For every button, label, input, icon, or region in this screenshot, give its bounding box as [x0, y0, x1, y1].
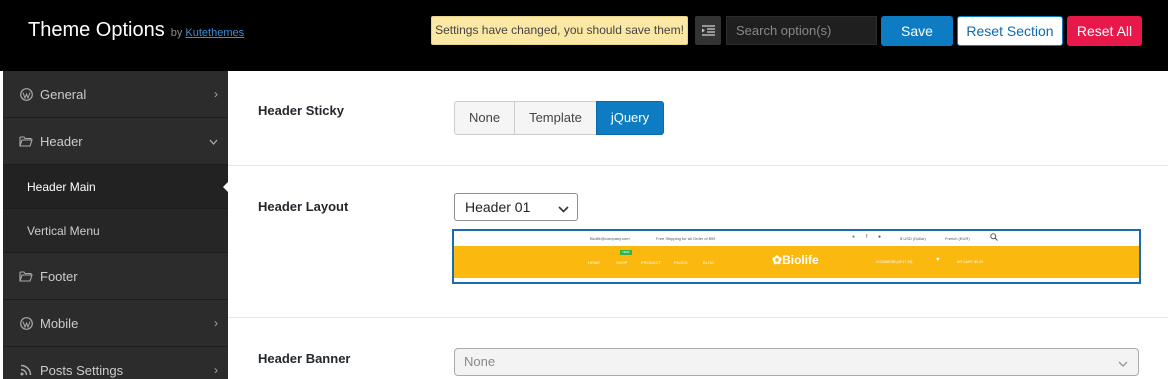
sidebar-item-label: Header	[40, 133, 83, 149]
preview-nav-item: BLOG	[703, 260, 715, 265]
sidebar-item-label: Posts Settings	[40, 362, 124, 378]
sidebar-item-header[interactable]: Header	[3, 118, 228, 165]
preview-currency: $ USD (Dollar)	[900, 236, 927, 241]
chevron-right-icon: ›	[214, 316, 218, 330]
sidebar-item-label: Mobile	[40, 315, 79, 331]
field-row-header-sticky: Header Sticky None Template jQuery	[228, 71, 1168, 166]
preview-logo: ✿Biolife	[772, 253, 819, 267]
preview-language: French (EUR)	[945, 236, 970, 241]
sidebar-item-posts-settings[interactable]: Posts Settings ›	[3, 347, 228, 379]
expand-options-button[interactable]	[695, 16, 721, 45]
wordpress-icon	[19, 316, 33, 330]
chevron-right-icon: ›	[214, 363, 218, 377]
sidebar-item-mobile[interactable]: Mobile ›	[3, 300, 228, 347]
sidebar-item-general[interactable]: General ›	[3, 71, 228, 118]
wordpress-icon	[19, 87, 33, 101]
reset-section-button[interactable]: Reset Section	[957, 16, 1063, 46]
chevron-down-icon	[209, 134, 218, 148]
sidebar-item-label: Footer	[40, 268, 78, 284]
preview-email: Biolife@company.com	[590, 236, 630, 241]
options-panel: Header Sticky None Template jQuery Heade…	[228, 71, 1168, 379]
folder-open-icon	[19, 134, 33, 148]
preview-nav-item: PRODUCT	[641, 260, 661, 265]
preview-top-bar: Biolife@company.com Free Shipping for al…	[454, 231, 1139, 246]
header-sticky-buttonset: None Template jQuery	[454, 101, 665, 135]
sidebar-item-footer[interactable]: Footer	[3, 253, 228, 300]
app-title-text: Theme Options	[28, 19, 165, 41]
option-none[interactable]: None	[454, 101, 516, 135]
sidebar-subitem-vertical-menu[interactable]: Vertical Menu	[3, 209, 228, 253]
by-text: by Kutethemes	[170, 27, 245, 39]
preview-nav-item: PAGES	[674, 260, 688, 265]
sidebar: General › Header Header Main Vertical Me…	[3, 71, 228, 379]
header-banner-select[interactable]: None	[454, 348, 1139, 376]
facebook-icon: f	[866, 234, 868, 240]
option-template[interactable]: Template	[514, 101, 597, 135]
pinterest-icon: ●	[878, 234, 882, 240]
rss-icon	[19, 363, 33, 377]
chevron-down-icon	[558, 195, 569, 221]
option-jquery[interactable]: jQuery	[595, 101, 665, 135]
app-title: Theme Options by Kutethemes	[28, 19, 244, 42]
sidebar-subitem-header-main[interactable]: Header Main	[3, 165, 228, 209]
top-bar: Theme Options by Kutethemes Settings have…	[0, 0, 1168, 71]
preview-nav-item: HOME	[588, 260, 600, 265]
chevron-down-icon	[1118, 350, 1128, 376]
sidebar-item-label: General	[40, 86, 87, 102]
header-layout-preview[interactable]: Biolife@company.com Free Shipping for al…	[452, 229, 1141, 284]
preview-phone: 0123456789 (09:17:19)	[876, 260, 913, 264]
preview-shipping: Free Shipping for all Order of $99	[656, 236, 716, 241]
unsaved-notice: Settings have changed, you should save t…	[431, 16, 688, 45]
field-label: Header Banner	[258, 351, 351, 366]
folder-open-icon	[19, 269, 33, 283]
preview-nav-item: SHOP	[616, 260, 628, 265]
preview-new-badge: NEW	[620, 250, 632, 255]
search-icon	[990, 233, 998, 242]
twitter-icon: ●	[852, 234, 856, 240]
reset-all-button[interactable]: Reset All	[1067, 16, 1142, 46]
field-row-header-layout: Header Layout Header 01 Biolife@company.…	[228, 166, 1168, 318]
save-button[interactable]: Save	[881, 16, 953, 46]
preview-cart: MY CART: $0.00	[957, 260, 983, 264]
header-layout-select[interactable]: Header 01	[454, 193, 578, 221]
list-indent-icon	[701, 25, 715, 36]
field-row-header-banner: Header Banner None	[228, 318, 1168, 379]
author-link[interactable]: Kutethemes	[185, 27, 244, 39]
chevron-right-icon: ›	[214, 87, 218, 101]
field-label: Header Layout	[258, 199, 349, 214]
field-label: Header Sticky	[258, 103, 344, 118]
search-input[interactable]: Search option(s)	[726, 16, 877, 45]
preview-header-bar: HOME NEW SHOP PRODUCT PAGES BLOG ✿Biolif…	[454, 246, 1139, 278]
heart-icon: ♥	[936, 257, 940, 263]
